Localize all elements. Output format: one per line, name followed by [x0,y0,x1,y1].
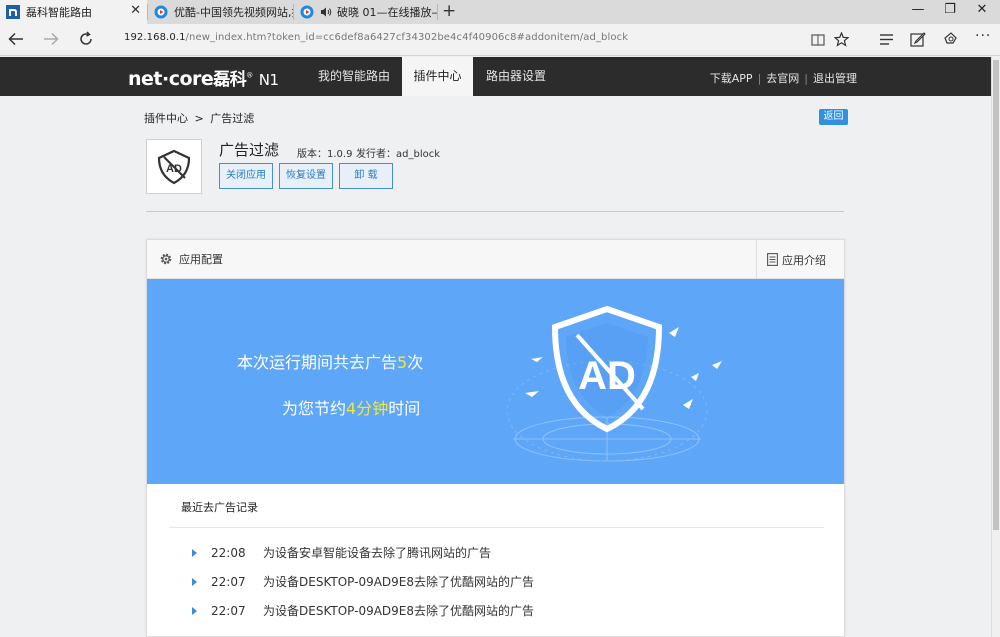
address-bar: 192.168.0.1/new_index.htm?token_id=cc6de… [0,24,1000,56]
uninstall-button[interactable]: 卸 载 [339,163,393,189]
restore-settings-button[interactable]: 恢复设置 [279,163,333,189]
netcore-logo[interactable]: net·core磊科® N1 [128,65,279,90]
breadcrumb-plugin-center[interactable]: 插件中心 [144,112,188,125]
app-config-label: 应用配置 [179,253,223,266]
youku-icon [300,5,314,19]
tab-title: 优酷-中国领先视频网站,提供 [174,6,293,19]
nav-my-router[interactable]: 我的智能路由 [311,57,397,96]
record-time: 22:08 [211,545,246,560]
gear-icon [160,253,172,265]
breadcrumb: 插件中心 > 广告过滤 [144,110,254,126]
refresh-icon[interactable] [78,31,94,47]
back-arrow-icon[interactable] [8,32,24,46]
url-field[interactable]: 192.168.0.1/new_index.htm?token_id=cc6de… [124,32,628,43]
breadcrumb-current: 广告过滤 [210,112,255,125]
scrollbar-thumb[interactable] [993,60,999,530]
logout-link[interactable]: 退出管理 [813,72,857,85]
close-tab-icon[interactable]: ✕ [130,3,141,18]
browser-tab-youku[interactable]: 优酷-中国领先视频网站,提供 [148,0,293,24]
page-scrollbar[interactable] [991,57,1000,637]
speaker-icon[interactable] [320,6,332,18]
logo-model: N1 [258,71,279,89]
logo-text: net·core [128,68,214,90]
app-config-tab[interactable]: 应用配置 [159,251,223,267]
official-site-link[interactable]: 去官网 [766,72,799,85]
breadcrumb-separator: > [194,112,204,125]
records-divider [169,527,824,528]
browser-tab-bar: 磊科智能路由 ✕ 优酷-中国领先视频网站,提供 破晓 01—在线播放—《 + —… [0,0,1000,24]
window-close-icon[interactable]: ✕ [972,2,992,17]
record-item: 22:08 为设备安卓智能设备去除了腾讯网站的广告 [192,544,491,561]
url-path: /new_index.htm?token_id=cc6def8a6427cf34… [185,32,629,43]
ad-count-value: 5 [397,353,408,372]
header-links: 下载APP | 去官网 | 退出管理 [709,72,857,85]
restore-icon[interactable]: ❐ [940,2,960,17]
nav-router-settings[interactable]: 路由器设置 [478,57,554,96]
reading-view-icon[interactable] [811,33,825,47]
ad-shield-icon: AD [157,149,191,184]
share-icon[interactable] [943,31,959,47]
stats-banner: 本次运行期间共去广告5次 为您节约4分钟时间 AD [147,279,844,484]
time-saved-suffix: 时间 [388,399,421,418]
ad-count-suffix: 次 [407,353,424,372]
panel-header: 应用配置 应用介绍 [147,240,844,279]
record-text: 为设备DESKTOP-09AD9E8去除了优酷网站的广告 [263,604,535,618]
record-item: 22:07 为设备DESKTOP-09AD9E8去除了优酷网站的广告 [192,602,534,619]
tab-title: 磊科智能路由 [26,6,92,19]
app-title: 广告过滤 [219,141,280,159]
youku-icon [154,5,168,19]
tab-separator [437,4,438,20]
bullet-arrow-icon [192,606,197,615]
minimize-icon[interactable]: — [908,2,928,17]
app-publisher: 发行者：ad_block [356,149,441,160]
time-saved-prefix: 为您节约 [282,399,347,418]
router-header: net·core磊科® N1 我的智能路由 插件中心 路由器设置 下载APP | 去官… [0,57,991,96]
section-divider [146,211,844,212]
record-time: 22:07 [211,574,246,589]
time-saved-value: 4分钟 [346,399,389,418]
app-panel: 应用配置 应用介绍 本次运行期间共去广告5次 为您节约4分钟时间 AD 最近去广… [146,239,845,637]
app-version: 版本：1.0.9 [297,149,353,160]
logo-cn: 磊科 [213,70,247,90]
new-tab-button[interactable]: + [442,1,456,21]
forward-arrow-icon[interactable] [43,32,59,46]
download-app-link[interactable]: 下载APP [710,72,753,85]
ad-count-text: 本次运行期间共去广告5次 [237,349,423,373]
record-text: 为设备安卓智能设备去除了腾讯网站的广告 [263,546,492,560]
record-time: 22:07 [211,603,246,618]
app-icon: AD [146,139,202,194]
favorite-star-icon[interactable] [834,32,849,47]
tab-title: 破晓 01—在线播放—《 [337,6,437,19]
records-title: 最近去广告记录 [181,501,258,514]
browser-tab-netcore[interactable]: 磊科智能路由 ✕ [0,0,147,24]
back-button[interactable]: 返回 [819,109,848,125]
more-icon[interactable]: ··· [975,28,991,44]
close-app-button[interactable]: 关闭应用 [219,163,273,189]
url-host: 192.168.0.1 [124,32,186,43]
browser-tab-poxiao[interactable]: 破晓 01—在线播放—《 [294,0,437,24]
nav-plugin-center[interactable]: 插件中心 [402,57,473,96]
ad-shield-illustration: AD [507,305,722,462]
hub-icon[interactable] [879,33,894,46]
app-intro-tab[interactable]: 应用介绍 [756,240,826,279]
ad-count-prefix: 本次运行期间共去广告 [237,353,398,372]
web-note-icon[interactable] [910,31,926,47]
time-saved-text: 为您节约4分钟时间 [282,395,420,419]
bullet-arrow-icon [192,548,197,557]
netcore-icon [6,5,20,19]
document-icon [767,253,778,266]
record-item: 22:07 为设备DESKTOP-09AD9E8去除了优酷网站的广告 [192,573,534,590]
bullet-arrow-icon [192,577,197,586]
record-text: 为设备DESKTOP-09AD9E8去除了优酷网站的广告 [263,575,535,589]
app-intro-label: 应用介绍 [782,253,826,267]
